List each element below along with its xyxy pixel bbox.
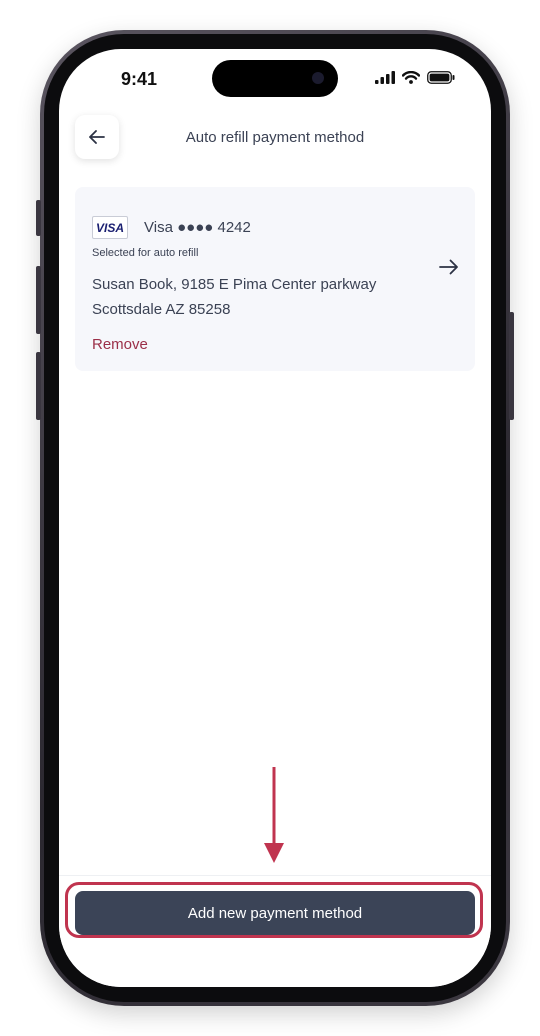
- battery-icon: [427, 71, 455, 84]
- annotation-arrow-icon: [264, 767, 284, 863]
- status-icons: [375, 71, 455, 84]
- billing-address-line2: Scottsdale AZ 85258: [92, 301, 231, 318]
- visa-logo: VISA: [92, 216, 128, 239]
- dynamic-island: [212, 60, 338, 97]
- payment-method-card[interactable]: VISA Visa ●●●● 4242 Selected for auto re…: [75, 187, 475, 371]
- phone-volume-down-button: [36, 352, 41, 420]
- status-time: 9:41: [121, 69, 158, 89]
- app-screen: 9:41 Auto refill payment method VISA Vis…: [59, 49, 491, 987]
- arrow-right-icon[interactable]: [439, 259, 459, 275]
- phone-volume-up-button: [36, 266, 41, 334]
- phone-power-button: [509, 312, 514, 420]
- remove-link[interactable]: Remove: [92, 336, 148, 353]
- billing-address-line1: Susan Book, 9185 E Pima Center parkway: [92, 276, 377, 293]
- card-status-text: Selected for auto refill: [92, 247, 199, 259]
- add-payment-method-button[interactable]: Add new payment method: [75, 891, 475, 935]
- phone-action-button: [36, 200, 41, 236]
- camera-icon: [312, 72, 324, 84]
- card-brand-label: Visa ●●●● 4242: [144, 219, 251, 236]
- signal-icon: [375, 71, 395, 84]
- wifi-icon: [402, 71, 420, 84]
- page-title: Auto refill payment method: [185, 129, 365, 146]
